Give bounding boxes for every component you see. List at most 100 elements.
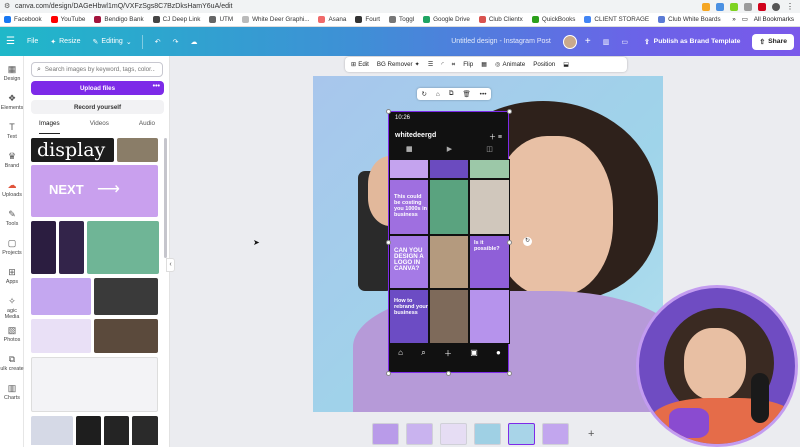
bookmark-item[interactable]: UTM	[209, 16, 233, 23]
bookmark-item[interactable]: QuickBooks	[531, 16, 575, 23]
bookmark-item[interactable]: Fourt	[355, 16, 380, 23]
more-options-icon[interactable]: •••	[153, 83, 160, 90]
panel-scrollbar[interactable]	[164, 138, 167, 258]
browser-url-bar[interactable]: ⚙ canva.com/design/DAGeHbwl1mQ/VXFzSgs8C…	[0, 0, 800, 13]
all-bookmarks-button[interactable]: » ▭ All Bookmarks	[732, 16, 800, 23]
page-thumbnail[interactable]	[474, 423, 501, 445]
tab-videos[interactable]: Videos	[90, 120, 109, 134]
rotate-icon[interactable]: ↻	[421, 90, 426, 98]
crop-icon[interactable]: ⌗	[452, 61, 455, 69]
upload-thumbnail[interactable]	[76, 416, 101, 445]
lock-icon[interactable]: ⌂	[436, 91, 440, 98]
tab-images[interactable]: Images	[39, 120, 60, 134]
position-button[interactable]: Position	[533, 61, 555, 68]
rotate-handle-icon[interactable]: ↻	[523, 237, 532, 246]
bookmark-item[interactable]: Club White Boards	[658, 16, 721, 23]
duplicate-icon[interactable]: ⧉	[449, 90, 454, 98]
more-options-icon[interactable]: •••	[480, 91, 487, 98]
upload-files-button[interactable]: Upload files •••	[31, 81, 164, 95]
upload-thumbnail[interactable]	[31, 319, 91, 353]
comment-icon[interactable]: ▭	[621, 38, 628, 46]
rail-item-uploads[interactable]: ☁ Uploads	[0, 180, 24, 198]
undo-button[interactable]: ↶	[155, 38, 161, 46]
design-title[interactable]: Untitled design - Instagram Post	[451, 38, 551, 45]
extension-icon[interactable]	[716, 2, 724, 11]
resize-handle[interactable]	[386, 109, 391, 114]
resize-handle[interactable]	[386, 371, 391, 376]
record-yourself-button[interactable]: Record yourself	[31, 100, 164, 114]
upload-thumbnail[interactable]	[104, 416, 129, 445]
site-info-icon[interactable]: ⚙	[4, 3, 11, 10]
animate-button[interactable]: ◎ Animate	[495, 61, 525, 68]
page-thumbnail[interactable]	[440, 423, 467, 445]
page-thumbnail[interactable]	[372, 423, 399, 445]
share-button[interactable]: ⇧ Share	[752, 33, 794, 50]
upload-thumbnail[interactable]	[132, 416, 158, 445]
publish-brand-template-button[interactable]: ⇪ Publish as Brand Template	[644, 38, 740, 46]
rail-item-agic-media[interactable]: ✧ agic Media	[0, 296, 24, 320]
profile-avatar[interactable]	[772, 2, 780, 11]
page-thumbnail-active[interactable]	[508, 423, 535, 445]
extension-icon[interactable]	[744, 2, 752, 11]
resize-handle[interactable]	[507, 371, 512, 376]
bookmark-star-icon[interactable]	[702, 2, 710, 11]
upload-thumbnail[interactable]	[31, 416, 73, 445]
upload-thumbnail[interactable]	[117, 138, 158, 162]
paint-format-icon[interactable]: ⬓	[563, 61, 569, 68]
editing-mode-button[interactable]: ✎ Editing ⌄	[93, 38, 132, 46]
avatar[interactable]	[562, 34, 577, 49]
redo-button[interactable]: ↷	[173, 38, 179, 46]
rail-item-apps[interactable]: ⊞ Apps	[0, 267, 24, 285]
rail-item-brand[interactable]: ♛ Brand	[0, 151, 24, 169]
upload-thumbnail[interactable]	[31, 357, 158, 412]
bg-remover-button[interactable]: BG Remover ✦	[377, 61, 420, 68]
page-thumbnail[interactable]	[542, 423, 569, 445]
resize-handle[interactable]	[386, 240, 391, 245]
upload-thumbnail[interactable]	[31, 278, 91, 315]
cloud-sync-icon[interactable]: ☁	[190, 38, 197, 46]
search-input[interactable]	[44, 66, 155, 73]
search-box[interactable]: ⌕	[31, 62, 163, 77]
resize-handle[interactable]	[446, 371, 451, 376]
resize-handle[interactable]	[507, 109, 512, 114]
tab-audio[interactable]: Audio	[139, 120, 155, 134]
trash-icon[interactable]: 🗑	[462, 90, 470, 98]
bookmark-item[interactable]: CLIENT STORAGE	[584, 16, 649, 23]
bookmark-item[interactable]: Asana	[318, 16, 346, 23]
extension-icon[interactable]	[758, 2, 766, 11]
bookmark-item[interactable]: Club Clientx	[478, 16, 523, 23]
bookmark-item[interactable]: Bendigo Bank	[94, 16, 144, 23]
edit-button[interactable]: ⊞ Edit	[351, 61, 369, 68]
transparency-icon[interactable]: ▦	[481, 61, 487, 68]
add-collaborator-button[interactable]: +	[585, 36, 591, 47]
upload-thumbnail[interactable]	[87, 221, 159, 274]
rail-item-projects[interactable]: ▢ Projects	[0, 238, 24, 256]
upload-thumbnail[interactable]	[94, 319, 158, 353]
bookmark-item[interactable]: YouTube	[50, 16, 85, 23]
upload-thumbnail[interactable]: display	[31, 138, 114, 162]
resize-handle[interactable]	[507, 240, 512, 245]
file-menu[interactable]: File	[27, 38, 38, 45]
bookmark-item[interactable]: CJ Deep Link	[152, 16, 200, 23]
bookmark-item[interactable]: Google Drive	[423, 16, 470, 23]
phone-mockup[interactable]: 10:26 whitedeergd ＋ ≡ ▦ ▶ ◫ This could b…	[388, 111, 510, 373]
bookmark-item[interactable]: Facebook	[4, 16, 42, 23]
rail-item-charts[interactable]: ▥ Charts	[0, 383, 24, 401]
bookmark-item[interactable]: White Deer Graphi...	[242, 16, 309, 23]
extension-icon[interactable]	[730, 2, 738, 11]
rail-item-design[interactable]: ▦ Design	[0, 64, 24, 82]
rail-item-elements[interactable]: ❖ Elements	[0, 93, 24, 111]
border-style-icon[interactable]: ☰	[428, 61, 434, 68]
rail-item-text[interactable]: T Text	[0, 122, 24, 140]
corner-rounding-icon[interactable]: ◜	[441, 61, 443, 68]
rail-item-ulk-create[interactable]: ⧉ ulk create	[0, 354, 24, 372]
collapse-panel-button[interactable]: ‹	[166, 258, 175, 272]
rail-item-tools[interactable]: ✎ Tools	[0, 209, 24, 227]
upload-thumbnail[interactable]	[94, 278, 158, 315]
resize-button[interactable]: ✦ Resize	[50, 38, 80, 46]
menu-icon[interactable]: ☰	[6, 36, 15, 47]
url-text[interactable]: canva.com/design/DAGeHbwl1mQ/VXFzSgs8C7B…	[15, 3, 232, 10]
upload-thumbnail[interactable]	[59, 221, 84, 274]
bookmark-item[interactable]: Toggl	[389, 16, 414, 23]
upload-thumbnail[interactable]: NEXT ⟶	[31, 165, 158, 217]
